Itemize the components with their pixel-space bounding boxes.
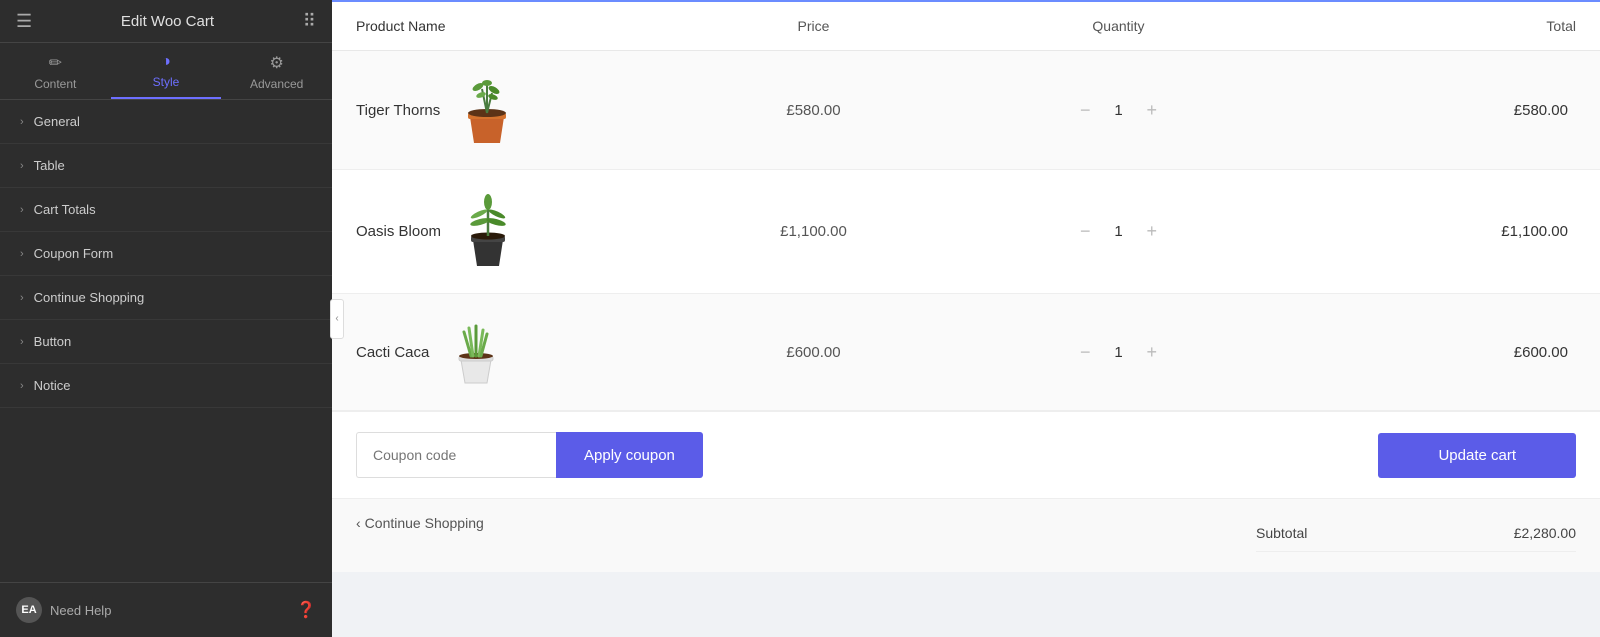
subtotal-row: Subtotal £2,280.00 [1256, 515, 1576, 552]
style-icon: ◑ [161, 53, 171, 71]
quantity-cell: − 1 + [966, 100, 1271, 121]
sidebar-menu: › General › Table › Cart Totals › Coupon… [0, 100, 332, 582]
chevron-icon: › [20, 248, 24, 260]
table-row: Tiger Thorns [332, 51, 1600, 170]
back-arrow-icon: ‹ [356, 515, 361, 531]
product-cell: Cacti Caca [356, 318, 661, 386]
header-quantity: Quantity [966, 18, 1271, 34]
qty-decrease-btn[interactable]: − [1076, 342, 1095, 363]
chevron-icon: › [20, 292, 24, 304]
chevron-icon: › [20, 204, 24, 216]
product-image-tiger [460, 75, 514, 145]
grid-icon[interactable]: ⠿ [303, 11, 316, 32]
coupon-input[interactable] [356, 432, 556, 478]
price-cell: £580.00 [661, 102, 966, 119]
cart-header: Product Name Price Quantity Total [332, 2, 1600, 51]
sidebar-item-button[interactable]: › Button [0, 320, 332, 364]
product-cell: Tiger Thorns [356, 75, 661, 145]
chevron-icon: › [20, 336, 24, 348]
advanced-icon: ⚙ [270, 53, 284, 73]
update-cart-button[interactable]: Update cart [1378, 433, 1576, 478]
subtotal-value: £2,280.00 [1514, 525, 1576, 541]
tab-advanced[interactable]: ⚙ Advanced [221, 43, 332, 99]
product-name: Cacti Caca [356, 344, 429, 361]
chevron-icon: › [20, 160, 24, 172]
sidebar-header: ☰ Edit Woo Cart ⠿ [0, 0, 332, 43]
product-name: Tiger Thorns [356, 102, 440, 119]
tab-style[interactable]: ◑ Style [111, 43, 222, 99]
sidebar-tabs: ✏ Content ◑ Style ⚙ Advanced [0, 43, 332, 100]
sidebar-item-notice[interactable]: › Notice [0, 364, 332, 408]
table-row: Cacti Caca [332, 294, 1600, 411]
sidebar-title: Edit Woo Cart [121, 13, 214, 30]
sidebar-item-coupon-form[interactable]: › Coupon Form [0, 232, 332, 276]
need-help-label[interactable]: Need Help [50, 603, 111, 618]
product-cell: Oasis Bloom [356, 194, 661, 269]
subtotal-label: Subtotal [1256, 525, 1307, 541]
qty-increase-btn[interactable]: + [1143, 100, 1162, 121]
collapse-handle[interactable]: ‹ [330, 299, 344, 339]
tab-content[interactable]: ✏ Content [0, 43, 111, 99]
continue-shopping-link[interactable]: ‹ Continue Shopping [356, 515, 484, 531]
hamburger-icon[interactable]: ☰ [16, 11, 32, 32]
total-cell: £580.00 [1271, 102, 1576, 119]
bottom-row: ‹ Continue Shopping Subtotal £2,280.00 [332, 498, 1600, 572]
price-cell: £1,100.00 [661, 223, 966, 240]
qty-value: 1 [1109, 344, 1129, 361]
total-cell: £600.00 [1271, 344, 1576, 361]
ea-badge: EA [16, 597, 42, 623]
product-image-cacti [449, 318, 503, 386]
price-cell: £600.00 [661, 344, 966, 361]
totals-section: Subtotal £2,280.00 [1256, 515, 1576, 552]
sidebar: ☰ Edit Woo Cart ⠿ ✏ Content ◑ Style ⚙ Ad… [0, 0, 332, 637]
header-product-name: Product Name [356, 18, 661, 34]
quantity-cell: − 1 + [966, 342, 1271, 363]
qty-increase-btn[interactable]: + [1143, 221, 1162, 242]
chevron-icon: › [20, 380, 24, 392]
help-icon[interactable]: ❓ [296, 600, 316, 620]
qty-decrease-btn[interactable]: − [1076, 100, 1095, 121]
sidebar-item-table[interactable]: › Table [0, 144, 332, 188]
apply-coupon-button[interactable]: Apply coupon [556, 432, 703, 478]
header-price: Price [661, 18, 966, 34]
sidebar-item-cart-totals[interactable]: › Cart Totals [0, 188, 332, 232]
content-icon: ✏ [49, 53, 62, 73]
coupon-update-row: Apply coupon Update cart [332, 411, 1600, 498]
chevron-icon: › [20, 116, 24, 128]
sidebar-item-continue-shopping[interactable]: › Continue Shopping [0, 276, 332, 320]
qty-decrease-btn[interactable]: − [1076, 221, 1095, 242]
coupon-form: Apply coupon [356, 432, 703, 478]
table-row: Oasis Bloom [332, 170, 1600, 294]
cart-container: Product Name Price Quantity Total Tiger … [332, 2, 1600, 572]
sidebar-footer: EA Need Help ❓ [0, 582, 332, 637]
header-total: Total [1271, 18, 1576, 34]
total-cell: £1,100.00 [1271, 223, 1576, 240]
product-name: Oasis Bloom [356, 223, 441, 240]
qty-value: 1 [1109, 223, 1129, 240]
quantity-cell: − 1 + [966, 221, 1271, 242]
sidebar-item-general[interactable]: › General [0, 100, 332, 144]
product-image-oasis [461, 194, 515, 269]
main-content: Product Name Price Quantity Total Tiger … [332, 0, 1600, 637]
qty-value: 1 [1109, 102, 1129, 119]
qty-increase-btn[interactable]: + [1143, 342, 1162, 363]
